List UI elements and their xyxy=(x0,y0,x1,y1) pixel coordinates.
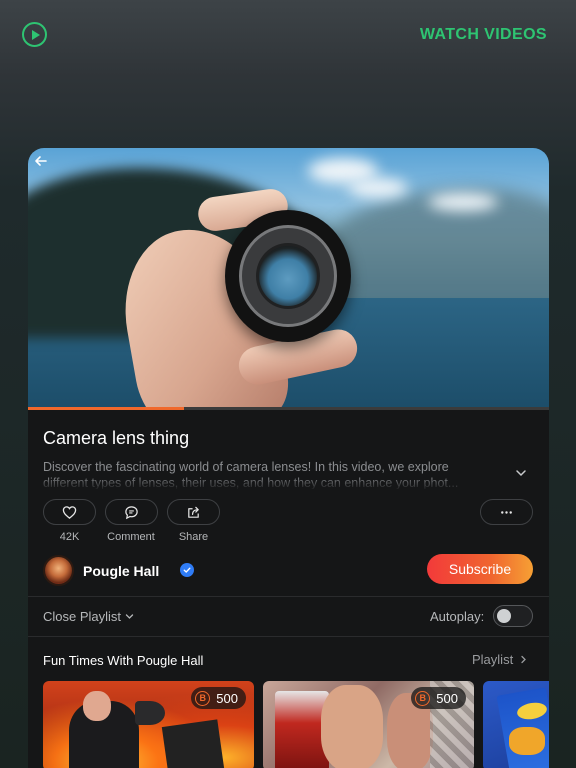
playlist-video-thumbnail[interactable]: B 500 xyxy=(263,681,474,768)
price-badge: B 500 xyxy=(411,687,466,709)
more-dots-icon xyxy=(501,510,512,514)
thumbnail-face xyxy=(83,691,111,721)
thumbnail-face xyxy=(321,685,383,768)
verified-icon xyxy=(180,563,194,577)
watch-videos-link[interactable]: WATCH VIDEOS xyxy=(420,26,547,44)
channel-row: Pougle Hall Subscribe xyxy=(43,554,533,586)
avatar[interactable] xyxy=(43,555,74,586)
chevron-down-icon[interactable] xyxy=(514,466,528,480)
video-description: Discover the fascinating world of camera… xyxy=(43,460,459,489)
autoplay-label: Autoplay: xyxy=(430,609,485,624)
playlist-video-thumbnail[interactable]: B 500 xyxy=(43,681,254,768)
playlist-link-label: Playlist xyxy=(472,652,514,667)
price-value: 500 xyxy=(216,690,238,706)
video-progress-bar[interactable] xyxy=(28,407,549,410)
likes-count: 42K xyxy=(59,531,80,543)
autoplay-toggle[interactable] xyxy=(493,605,533,627)
share-button[interactable] xyxy=(167,499,220,525)
divider xyxy=(28,596,549,597)
play-icon[interactable] xyxy=(22,22,47,47)
channel-name[interactable]: Pougle Hall xyxy=(83,563,159,579)
video-player[interactable] xyxy=(28,148,549,410)
close-playlist-button[interactable]: Close Playlist xyxy=(43,609,134,624)
close-playlist-label: Close Playlist xyxy=(43,609,122,624)
like-button[interactable] xyxy=(43,499,96,525)
chevron-right-icon xyxy=(521,655,527,664)
thumbnail-megaphone xyxy=(135,701,165,725)
heart-icon xyxy=(62,505,77,519)
playlist-link[interactable]: Playlist xyxy=(472,652,528,667)
video-title: Camera lens thing xyxy=(43,428,190,448)
thumbnail-food xyxy=(509,727,545,755)
video-frame-cloud xyxy=(428,193,498,211)
coin-icon: B xyxy=(415,690,431,706)
comment-label: Comment xyxy=(107,531,155,543)
subscribe-button[interactable]: Subscribe xyxy=(427,554,533,584)
playlist-title: Fun Times With Pougle Hall xyxy=(43,653,204,668)
video-frame-lens xyxy=(225,210,351,342)
comment-icon xyxy=(125,505,138,519)
thumbnail-box xyxy=(161,719,225,768)
coin-icon: B xyxy=(195,690,211,706)
lens-glass xyxy=(256,243,320,309)
chevron-down-icon xyxy=(125,614,134,619)
lens-ring xyxy=(239,225,337,327)
share-icon xyxy=(188,506,199,518)
price-value: 500 xyxy=(436,690,458,706)
app-screen: WATCH VIDEOS Camera lens thing Discover … xyxy=(0,0,576,768)
playlist-video-thumbnail[interactable] xyxy=(483,681,549,768)
video-card: Camera lens thing Discover the fascinati… xyxy=(28,148,549,768)
price-badge: B 500 xyxy=(191,687,246,709)
divider xyxy=(28,636,549,637)
back-arrow-icon[interactable] xyxy=(34,154,48,168)
toggle-knob xyxy=(497,609,511,623)
comment-button[interactable] xyxy=(105,499,158,525)
video-progress-fill xyxy=(28,407,185,410)
video-frame-cloud xyxy=(348,178,408,198)
more-options-button[interactable] xyxy=(480,499,533,525)
share-label: Share xyxy=(178,531,209,543)
